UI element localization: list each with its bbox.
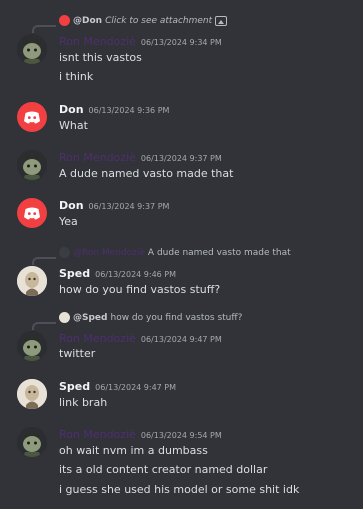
reply-spine <box>32 257 56 265</box>
author-name[interactable]: Sped 06/13/2024 9:47 PM <box>59 380 176 393</box>
discord-avatar-icon <box>59 15 70 26</box>
discord-logo-icon <box>24 207 40 220</box>
author-name-text[interactable]: Don <box>59 103 84 116</box>
message-line: link brah <box>59 396 108 409</box>
reply-text[interactable]: Click to see attachment <box>105 16 212 26</box>
message-line: isnt this vastos <box>59 51 142 64</box>
author-name[interactable]: Sped 06/13/2024 9:46 PM <box>59 267 176 280</box>
timestamp: 06/13/2024 9:36 PM <box>88 106 170 115</box>
cat-avatar-icon <box>17 427 47 457</box>
cat-avatar-icon <box>17 331 47 361</box>
avatar[interactable] <box>17 266 47 296</box>
cat-avatar-icon <box>17 150 47 180</box>
avatar[interactable] <box>17 379 47 409</box>
author-name[interactable]: Ron Mendoziè 06/13/2024 9:54 PM <box>59 428 222 441</box>
message-line: What <box>59 119 88 132</box>
message-line: twitter <box>59 347 96 360</box>
reply-author[interactable]: @Ron Mendoziè <box>73 248 145 258</box>
timestamp: 06/13/2024 9:54 PM <box>140 431 222 440</box>
message-line: how do you find vastos stuff? <box>59 283 221 296</box>
reply-author[interactable]: @Don <box>73 16 102 26</box>
timestamp: 06/13/2024 9:37 PM <box>140 154 222 163</box>
timestamp: 06/13/2024 9:47 PM <box>95 383 177 392</box>
reply-preview[interactable]: @Ron Mendoziè A dude named vasto made th… <box>59 247 291 258</box>
author-name[interactable]: Ron Mendoziè 06/13/2024 9:34 PM <box>59 35 222 48</box>
message-line: i guess she used his model or some shit … <box>59 483 300 496</box>
author-name-text[interactable]: Sped <box>59 267 90 280</box>
cat-avatar-icon <box>17 34 47 64</box>
reply-text[interactable]: how do you find vastos stuff? <box>110 313 242 323</box>
cat-avatar-icon <box>59 247 70 258</box>
avatar[interactable] <box>17 150 47 180</box>
author-name-text[interactable]: Ron Mendoziè <box>59 428 136 441</box>
reply-author[interactable]: @Sped <box>73 313 107 323</box>
author-name[interactable]: Ron Mendoziè 06/13/2024 9:47 PM <box>59 332 222 345</box>
author-name[interactable]: Don 06/13/2024 9:37 PM <box>59 199 169 212</box>
author-name-text[interactable]: Don <box>59 199 84 212</box>
author-name-text[interactable]: Ron Mendoziè <box>59 332 136 345</box>
message-line: i think <box>59 70 94 83</box>
sped-avatar-icon <box>59 312 70 323</box>
timestamp: 06/13/2024 9:47 PM <box>140 335 222 344</box>
reply-spine <box>32 322 56 330</box>
reply-text[interactable]: A dude named vasto made that <box>148 248 291 258</box>
timestamp: 06/13/2024 9:46 PM <box>95 270 177 279</box>
discord-logo-icon <box>24 111 40 124</box>
author-name-text[interactable]: Sped <box>59 380 90 393</box>
avatar[interactable] <box>17 198 47 228</box>
timestamp: 06/13/2024 9:37 PM <box>88 202 170 211</box>
avatar[interactable] <box>17 102 47 132</box>
message-line: Yea <box>59 215 78 228</box>
sped-avatar-icon <box>17 379 47 409</box>
avatar[interactable] <box>17 34 47 64</box>
reply-spine <box>32 25 56 33</box>
author-name-text[interactable]: Ron Mendoziè <box>59 35 136 48</box>
reply-preview[interactable]: @Don Click to see attachment <box>59 15 228 26</box>
avatar[interactable] <box>17 331 47 361</box>
author-name[interactable]: Don 06/13/2024 9:36 PM <box>59 103 169 116</box>
image-icon <box>215 15 228 26</box>
sped-avatar-icon <box>17 266 47 296</box>
message-line: A dude named vasto made that <box>59 167 234 180</box>
message-line: its a old content creator named dollar <box>59 463 268 476</box>
author-name-text[interactable]: Ron Mendoziè <box>59 151 136 164</box>
reply-preview[interactable]: @Sped how do you find vastos stuff? <box>59 312 242 323</box>
author-name[interactable]: Ron Mendoziè 06/13/2024 9:37 PM <box>59 151 222 164</box>
avatar[interactable] <box>17 427 47 457</box>
timestamp: 06/13/2024 9:34 PM <box>140 38 222 47</box>
message-line: oh wait nvm im a dumbass <box>59 444 208 457</box>
